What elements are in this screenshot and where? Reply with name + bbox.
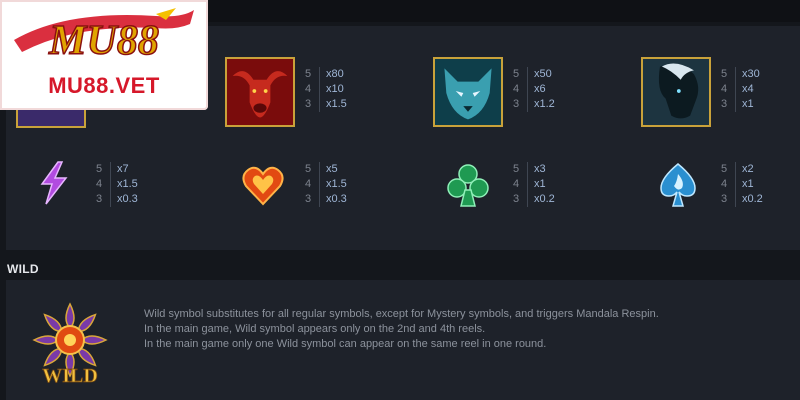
- wild-icon-label: WILD: [42, 365, 98, 387]
- mu88-logo: MU88 MU88.VET: [0, 0, 208, 110]
- wild-description-line: Wild symbol substitutes for all regular …: [144, 308, 659, 320]
- horse-symbol-tile: [641, 57, 711, 127]
- club-gem-icon: [445, 162, 491, 208]
- wolf-icon: [435, 59, 501, 125]
- heart-gem-paytable: 5 x5 4 x1.5 3 x0.3: [305, 162, 347, 207]
- horse-icon: [643, 59, 709, 125]
- wolf-paytable: 5 x50 4 x6 3 x1.2: [513, 67, 555, 112]
- heart-gem-icon: [240, 162, 286, 208]
- bull-paytable: 5 x80 4 x10 3 x1.5: [305, 67, 347, 112]
- logo-mark: MU88: [14, 8, 194, 65]
- bull-symbol-tile: [225, 57, 295, 127]
- wild-description: Wild symbol substitutes for all regular …: [144, 307, 659, 352]
- purple-gem-icon: [30, 160, 76, 206]
- horse-paytable: 5 x30 4 x4 3 x1: [721, 67, 760, 112]
- logo-url: MU88.VET: [48, 73, 160, 98]
- logo-brand: MU88: [48, 18, 159, 64]
- wild-mandala-icon: WILD: [30, 300, 110, 390]
- club-gem-paytable: 5 x3 4 x1 3 x0.2: [513, 162, 555, 207]
- spade-gem-paytable: 5 x2 4 x1 3 x0.2: [721, 162, 763, 207]
- wild-description-line: In the main game, Wild symbol appears on…: [144, 323, 486, 335]
- wolf-symbol-tile: [433, 57, 503, 127]
- spade-gem-icon: [655, 162, 701, 208]
- wild-section-title: WILD: [7, 262, 39, 276]
- bull-icon: [227, 59, 293, 125]
- purple-gem-paytable: 5 x7 4 x1.5 3 x0.3: [96, 162, 138, 207]
- wild-description-line: In the main game only one Wild symbol ca…: [144, 338, 547, 350]
